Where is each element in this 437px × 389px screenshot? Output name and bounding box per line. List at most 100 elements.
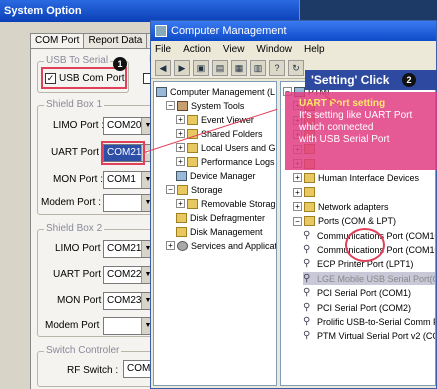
tree-item[interactable]: ⚲ PTM Virtual Serial Port v2 (COM9): [303, 330, 435, 343]
port-icon: ⚲: [303, 258, 311, 270]
folder-icon: [187, 156, 198, 167]
expand-plus-icon[interactable]: +: [166, 241, 175, 250]
tree-item[interactable]: − Storage: [166, 183, 223, 196]
system-option-tabs: COM Port Report Data L: [30, 33, 162, 49]
tree-item-label: PCI Serial Port (COM2): [317, 302, 412, 313]
sb1-uart-label: UART Port :: [51, 147, 105, 158]
callout-line-4: with USB Serial Port: [299, 134, 390, 145]
comp-icon: [176, 170, 187, 181]
forward-arrow-icon[interactable]: ▶: [174, 59, 190, 76]
sb1-modem-port-select[interactable]: ▼: [103, 194, 155, 212]
console-tree-pane: Computer Management (L − System Tools + Even…: [153, 81, 277, 386]
sb2-mon-label: MON Port :: [57, 295, 108, 306]
folder-icon: [176, 226, 187, 237]
menu-help[interactable]: Help: [304, 44, 325, 55]
tree-item-label: Human Interface Devices: [318, 172, 420, 183]
sb2-mon-port-select[interactable]: COM23 ▼: [103, 292, 155, 310]
computer-management-app-icon: [155, 25, 167, 37]
usb-group-label: USB To Serial: [44, 55, 111, 66]
shield-box-1-label: Shield Box 1: [44, 99, 105, 110]
expand-plus-icon[interactable]: +: [293, 173, 302, 183]
tree-item-label: Network adapters: [318, 201, 389, 212]
tree-item[interactable]: + Human Interface Devices: [293, 171, 419, 184]
sb1-limo-value: COM20: [107, 120, 142, 131]
port-icon: ⚲: [303, 301, 311, 313]
highlight-circle: [345, 228, 385, 262]
expand-plus-icon[interactable]: +: [176, 129, 185, 138]
help-icon[interactable]: ?: [269, 59, 285, 76]
step-1-badge: 1: [113, 57, 127, 71]
callout-line-2: It's setting like UART Port: [299, 110, 413, 121]
tree-item[interactable]: ⚲ Prolific USB-to-Serial Comm Port (COM?: [303, 315, 435, 328]
tree-item[interactable]: ⚲ PCI Serial Port (COM1): [303, 287, 411, 300]
tree-item-label: Storage: [191, 184, 223, 195]
expand-plus-icon[interactable]: +: [293, 187, 302, 197]
port-icon: ⚲: [303, 272, 311, 284]
refresh-icon[interactable]: ↻: [288, 59, 304, 76]
computer-management-titlebar: Computer Management: [151, 21, 436, 41]
expand-plus-icon[interactable]: +: [176, 115, 185, 124]
port-icon: ⚲: [303, 315, 311, 327]
tree-item[interactable]: − System Tools: [166, 99, 244, 112]
menu-file[interactable]: File: [155, 44, 171, 55]
back-arrow-icon[interactable]: ◀: [155, 59, 171, 76]
gear-icon: [177, 240, 188, 251]
tree-item[interactable]: Computer Management (L: [156, 85, 275, 98]
menu-view[interactable]: View: [223, 44, 245, 55]
tree-item-label: PTM Virtual Serial Port v2 (COM9): [317, 331, 435, 342]
tree-item-label: Services and Applicatio: [191, 240, 277, 251]
menu-action[interactable]: Action: [183, 44, 211, 55]
sb1-modem-label: Modem Port :: [41, 197, 102, 208]
tree-item[interactable]: Disk Management: [176, 225, 263, 238]
tree-item[interactable]: + Network adapters: [293, 200, 389, 213]
print-icon[interactable]: ▥: [250, 59, 266, 76]
folder-icon: [187, 142, 198, 153]
sb2-uart-port-select[interactable]: COM22 ▼: [103, 266, 155, 284]
folder-icon: [176, 212, 187, 223]
collapse-minus-icon[interactable]: −: [166, 101, 175, 110]
expand-plus-icon[interactable]: +: [176, 157, 185, 166]
tree-item-label: System Tools: [191, 100, 245, 111]
expand-plus-icon[interactable]: +: [176, 199, 185, 208]
comp-icon: [156, 86, 167, 97]
folder-icon: [177, 184, 188, 195]
tree-item-label: Ports (COM & LPT): [318, 216, 397, 227]
tree-item[interactable]: ⚲ LGE Mobile USB Serial Port(COM21): [303, 272, 435, 286]
sb1-limo-port-select[interactable]: COM20 ▼: [103, 117, 155, 135]
sb2-modem-port-select[interactable]: ▼: [103, 317, 155, 335]
up-folder-icon[interactable]: ▣: [193, 59, 209, 76]
tree-item[interactable]: + Removable Storag: [176, 197, 276, 210]
show-tree-icon[interactable]: ▤: [212, 59, 228, 76]
collapse-minus-icon[interactable]: −: [166, 185, 175, 194]
tree-item[interactable]: + Services and Applicatio: [166, 239, 277, 252]
callout-title: 'Setting' Click: [311, 73, 390, 87]
sb2-limo-port-select[interactable]: COM21 ▼: [103, 240, 155, 258]
tree-item-label: Local Users and Gr: [201, 142, 277, 153]
shield-box-2-label: Shield Box 2: [44, 223, 105, 234]
tree-item-label: Performance Logs: [201, 156, 275, 167]
port-icon: ⚲: [303, 243, 311, 255]
tree-item[interactable]: + Performance Logs: [176, 155, 275, 168]
highlight-usb-checkbox: [41, 67, 127, 89]
tree-item[interactable]: +: [293, 186, 318, 199]
folder-icon: [187, 114, 198, 125]
expand-plus-icon[interactable]: +: [176, 143, 185, 152]
tree-item[interactable]: + Local Users and Gr: [176, 141, 277, 154]
tree-item[interactable]: Disk Defragmenter: [176, 211, 265, 224]
tree-item[interactable]: ⚲ PCI Serial Port (COM2): [303, 301, 411, 314]
sb2-limo-label: LIMO Port :: [55, 243, 107, 254]
properties-icon[interactable]: ▦: [231, 59, 247, 76]
sb2-uart-label: UART Port :: [53, 269, 107, 280]
sb1-mon-port-select[interactable]: COM1 ▼: [103, 171, 155, 189]
port-icon: ⚲: [303, 229, 311, 241]
tree-item[interactable]: Device Manager: [176, 169, 256, 182]
tab-com-port[interactable]: COM Port: [30, 33, 85, 49]
tree-item[interactable]: − Ports (COM & LPT): [293, 215, 396, 228]
collapse-minus-icon[interactable]: −: [293, 216, 302, 226]
tool-icon: [177, 100, 188, 111]
menu-window[interactable]: Window: [256, 44, 292, 55]
tree-item-label: Device Manager: [190, 170, 256, 181]
tab-report-data[interactable]: Report Data: [83, 33, 148, 48]
tree-item-label: LGE Mobile USB Serial Port(COM21): [317, 273, 435, 284]
expand-plus-icon[interactable]: +: [293, 202, 302, 212]
